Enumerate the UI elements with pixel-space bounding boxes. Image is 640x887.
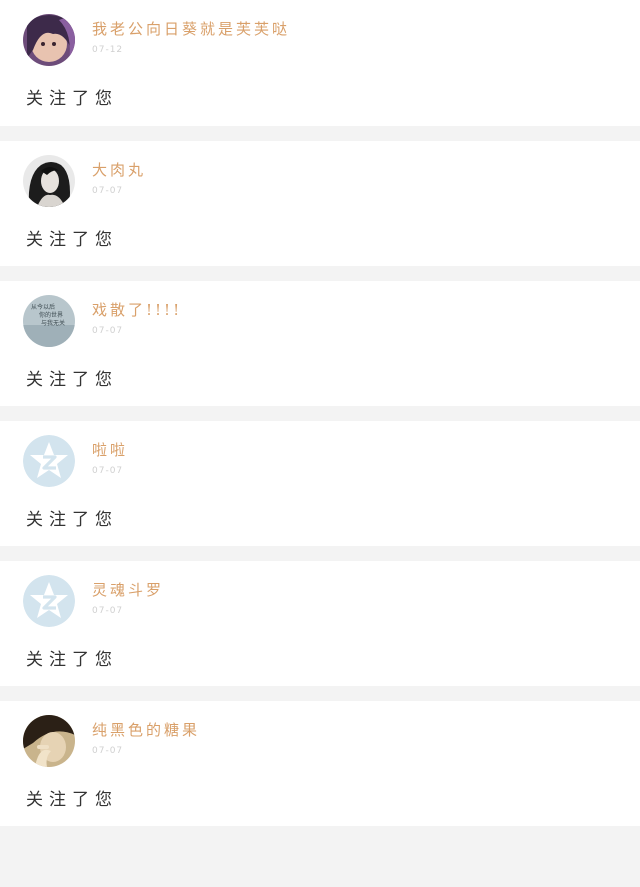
follow-message: 关注了您 (26, 89, 118, 109)
avatar[interactable] (23, 435, 75, 487)
timestamp: 07-07 (92, 746, 124, 756)
username[interactable]: 戏散了!!!! (92, 299, 182, 320)
username[interactable]: 啦啦 (92, 439, 128, 460)
follow-message: 关注了您 (26, 230, 118, 250)
follow-message: 关注了您 (26, 650, 118, 670)
timestamp: 07-07 (92, 326, 124, 336)
avatar[interactable] (23, 575, 75, 627)
avatar-text-line: 与我无关 (41, 319, 65, 327)
follow-message: 关注了您 (26, 370, 118, 390)
user-avatar-image (23, 14, 75, 66)
timestamp: 07-07 (92, 466, 124, 476)
username[interactable]: 纯黑色的糖果 (92, 719, 200, 740)
follow-message: 关注了您 (26, 510, 118, 530)
follower-feed: 我老公向日葵就是芙芙哒 07-12 关注了您 大肉丸 07-07 关注了您 从今… (0, 0, 640, 826)
follow-notification[interactable]: 纯黑色的糖果 07-07 关注了您 (0, 701, 640, 826)
username[interactable]: 灵魂斗罗 (92, 579, 164, 600)
avatar-text-line: 从今以后 (31, 303, 55, 311)
timestamp: 07-12 (92, 45, 124, 55)
user-avatar-image (23, 715, 75, 767)
user-avatar-image: 从今以后 你的世界 与我无关 (23, 295, 75, 347)
avatar[interactable] (23, 155, 75, 207)
follow-notification[interactable]: 我老公向日葵就是芙芙哒 07-12 关注了您 (0, 0, 640, 126)
avatar[interactable]: 从今以后 你的世界 与我无关 (23, 295, 75, 347)
follow-notification[interactable]: 大肉丸 07-07 关注了您 (0, 141, 640, 266)
avatar-text-line: 你的世界 (39, 311, 63, 319)
user-avatar-image (23, 155, 75, 207)
default-avatar-star-icon (23, 575, 75, 627)
follow-notification[interactable]: 从今以后 你的世界 与我无关 戏散了!!!! 07-07 关注了您 (0, 281, 640, 406)
avatar[interactable] (23, 715, 75, 767)
follow-notification[interactable]: 灵魂斗罗 07-07 关注了您 (0, 561, 640, 686)
follow-notification[interactable]: 啦啦 07-07 关注了您 (0, 421, 640, 546)
follow-message: 关注了您 (26, 790, 118, 810)
username[interactable]: 大肉丸 (92, 159, 146, 180)
username[interactable]: 我老公向日葵就是芙芙哒 (92, 18, 290, 39)
avatar[interactable] (23, 14, 75, 66)
timestamp: 07-07 (92, 186, 124, 196)
timestamp: 07-07 (92, 606, 124, 616)
default-avatar-star-icon (23, 435, 75, 487)
